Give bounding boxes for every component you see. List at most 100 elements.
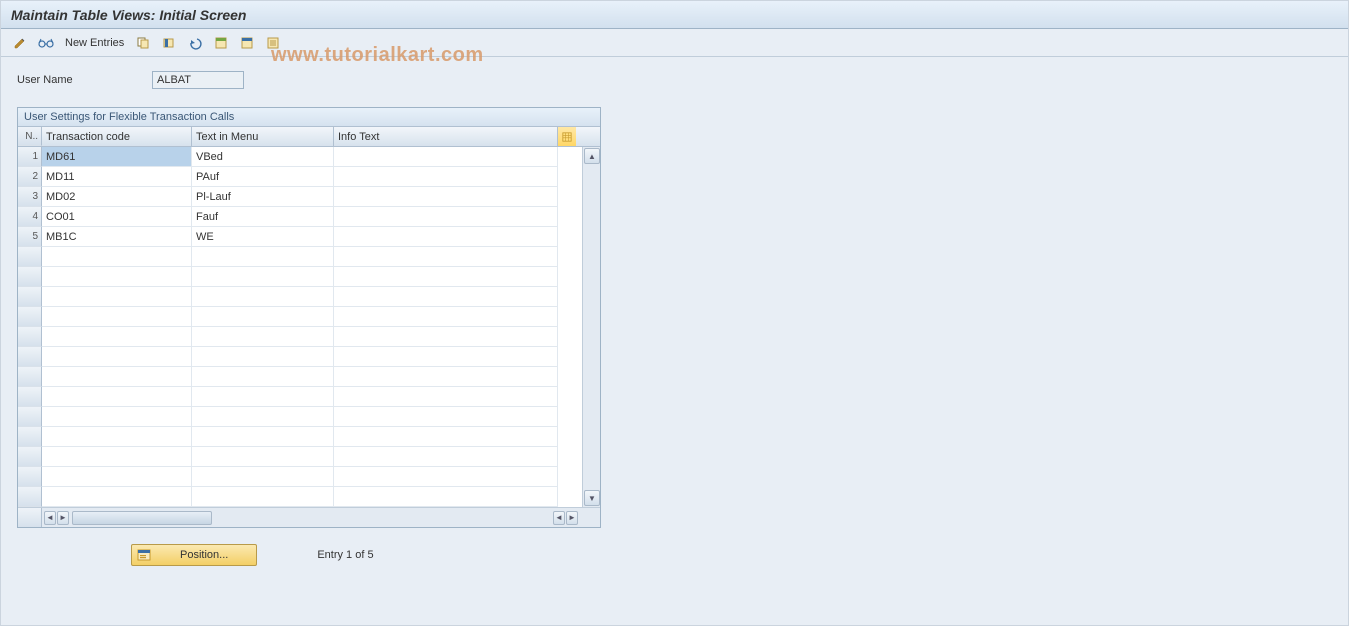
row-number[interactable]	[18, 307, 42, 327]
cell-empty[interactable]	[334, 387, 558, 407]
cell-empty[interactable]	[192, 387, 334, 407]
cell-empty[interactable]	[42, 447, 192, 467]
cell-empty[interactable]	[334, 487, 558, 507]
cell-empty[interactable]	[192, 407, 334, 427]
deselect-all-icon[interactable]	[236, 33, 258, 53]
row-number[interactable]	[18, 247, 42, 267]
row-number[interactable]: 1	[18, 147, 42, 167]
cell-empty[interactable]	[334, 287, 558, 307]
table-row[interactable]	[18, 407, 582, 427]
scroll-down-icon[interactable]: ▼	[584, 490, 600, 506]
cell-text-in-menu[interactable]: PAuf	[192, 167, 334, 187]
row-number[interactable]	[18, 487, 42, 507]
col-header-info-text[interactable]: Info Text	[334, 127, 558, 146]
cell-empty[interactable]	[192, 247, 334, 267]
table-row[interactable]	[18, 387, 582, 407]
cell-empty[interactable]	[42, 487, 192, 507]
cell-empty[interactable]	[42, 407, 192, 427]
cell-empty[interactable]	[42, 467, 192, 487]
hscroll-thumb[interactable]	[72, 511, 212, 525]
scroll-up-icon[interactable]: ▲	[584, 148, 600, 164]
cell-empty[interactable]	[42, 367, 192, 387]
table-row[interactable]: 5MB1CWE	[18, 227, 582, 247]
cell-empty[interactable]	[334, 247, 558, 267]
col-header-text-in-menu[interactable]: Text in Menu	[192, 127, 334, 146]
cell-empty[interactable]	[334, 267, 558, 287]
cell-empty[interactable]	[42, 327, 192, 347]
cell-empty[interactable]	[192, 307, 334, 327]
table-row[interactable]: 2MD11PAuf	[18, 167, 582, 187]
toggle-change-icon[interactable]	[9, 33, 31, 53]
table-row[interactable]	[18, 247, 582, 267]
cell-text-in-menu[interactable]: VBed	[192, 147, 334, 167]
table-row[interactable]	[18, 487, 582, 507]
config-icon[interactable]	[262, 33, 284, 53]
table-row[interactable]	[18, 467, 582, 487]
scroll-right-end-icon[interactable]: ►	[566, 511, 578, 525]
select-all-icon[interactable]	[210, 33, 232, 53]
delete-icon[interactable]	[158, 33, 180, 53]
cell-empty[interactable]	[192, 347, 334, 367]
cell-text-in-menu[interactable]: WE	[192, 227, 334, 247]
cell-transaction-code[interactable]: MD11	[42, 167, 192, 187]
cell-empty[interactable]	[192, 287, 334, 307]
cell-transaction-code[interactable]: CO01	[42, 207, 192, 227]
table-config-icon[interactable]	[558, 127, 576, 146]
cell-empty[interactable]	[192, 427, 334, 447]
row-number[interactable]	[18, 407, 42, 427]
table-row[interactable]	[18, 347, 582, 367]
cell-info-text[interactable]	[334, 227, 558, 247]
table-row[interactable]	[18, 327, 582, 347]
cell-empty[interactable]	[334, 367, 558, 387]
cell-transaction-code[interactable]: MD02	[42, 187, 192, 207]
cell-empty[interactable]	[192, 487, 334, 507]
cell-info-text[interactable]	[334, 167, 558, 187]
cell-info-text[interactable]	[334, 187, 558, 207]
row-number[interactable]: 5	[18, 227, 42, 247]
undo-icon[interactable]	[184, 33, 206, 53]
cell-transaction-code[interactable]: MD61	[42, 147, 192, 167]
cell-empty[interactable]	[334, 447, 558, 467]
new-entries-button[interactable]: New Entries	[61, 37, 128, 49]
scroll-right-step-icon[interactable]: ►	[57, 511, 69, 525]
cell-empty[interactable]	[42, 267, 192, 287]
table-row[interactable]: 3MD02Pl-Lauf	[18, 187, 582, 207]
cell-empty[interactable]	[334, 407, 558, 427]
table-row[interactable]	[18, 307, 582, 327]
cell-empty[interactable]	[334, 327, 558, 347]
row-number[interactable]	[18, 287, 42, 307]
row-number[interactable]	[18, 447, 42, 467]
scroll-left-end-icon[interactable]: ◄	[553, 511, 565, 525]
table-row[interactable]	[18, 427, 582, 447]
cell-empty[interactable]	[42, 427, 192, 447]
row-number[interactable]: 2	[18, 167, 42, 187]
col-header-transaction-code[interactable]: Transaction code	[42, 127, 192, 146]
cell-empty[interactable]	[42, 287, 192, 307]
cell-empty[interactable]	[42, 347, 192, 367]
copy-icon[interactable]	[132, 33, 154, 53]
position-button[interactable]: Position...	[131, 544, 257, 566]
table-row[interactable]: 4CO01Fauf	[18, 207, 582, 227]
cell-empty[interactable]	[42, 387, 192, 407]
cell-empty[interactable]	[334, 307, 558, 327]
glasses-icon[interactable]	[35, 33, 57, 53]
cell-empty[interactable]	[192, 327, 334, 347]
cell-text-in-menu[interactable]: Pl-Lauf	[192, 187, 334, 207]
row-number[interactable]	[18, 267, 42, 287]
table-row[interactable]	[18, 447, 582, 467]
cell-empty[interactable]	[192, 447, 334, 467]
row-number[interactable]	[18, 387, 42, 407]
table-row[interactable]: 1MD61VBed	[18, 147, 582, 167]
cell-empty[interactable]	[192, 467, 334, 487]
cell-empty[interactable]	[334, 427, 558, 447]
row-number[interactable]	[18, 327, 42, 347]
table-row[interactable]	[18, 367, 582, 387]
horizontal-scrollbar[interactable]: ◄ ► ◄ ►	[18, 507, 600, 527]
row-number[interactable]: 4	[18, 207, 42, 227]
cell-info-text[interactable]	[334, 147, 558, 167]
cell-info-text[interactable]	[334, 207, 558, 227]
cell-text-in-menu[interactable]: Fauf	[192, 207, 334, 227]
scroll-left-icon[interactable]: ◄	[44, 511, 56, 525]
row-number[interactable]	[18, 367, 42, 387]
row-number[interactable]	[18, 427, 42, 447]
